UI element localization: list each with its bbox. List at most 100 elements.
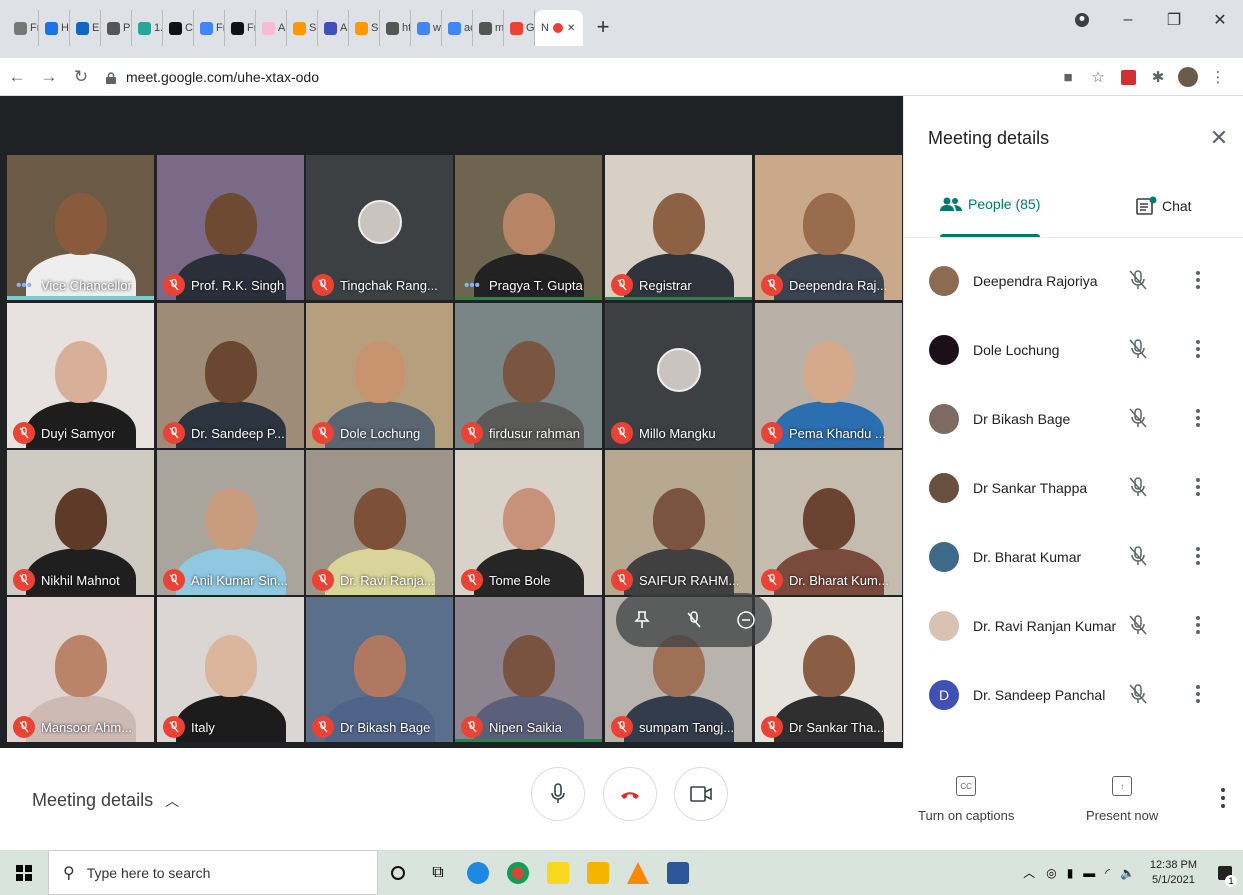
participant-tile[interactable]: Deependra Raj... <box>755 155 902 300</box>
more-vert-icon[interactable] <box>1190 475 1206 499</box>
puzzle-icon[interactable]: ✱ <box>1143 62 1173 92</box>
more-vert-icon[interactable] <box>1190 613 1206 637</box>
windows-start-button[interactable] <box>0 850 48 895</box>
participant-tile[interactable]: Dr Bikash Bage <box>306 597 453 742</box>
participant-tile[interactable]: Nipen Saikia <box>455 597 602 742</box>
participant-tile[interactable]: Italy <box>157 597 304 742</box>
forward-button[interactable]: → <box>34 62 64 92</box>
profile-icon[interactable] <box>1059 0 1105 40</box>
word-icon[interactable] <box>658 850 698 895</box>
remove-icon[interactable] <box>729 603 763 637</box>
participant-tile[interactable]: Mansoor Ahm... <box>7 597 154 742</box>
leave-call-button[interactable] <box>603 767 657 821</box>
battery-icon[interactable]: ▬ <box>1083 866 1095 880</box>
participant-tile[interactable]: Millo Mangku <box>605 303 752 448</box>
tab-people[interactable]: People (85) <box>940 196 1040 237</box>
participant-tile[interactable]: Nikhil Mahnot <box>7 450 154 595</box>
volume-icon[interactable]: 🔈 <box>1120 866 1135 880</box>
tab-chat[interactable]: Chat <box>1136 196 1192 216</box>
browser-tab[interactable]: Go <box>504 10 535 46</box>
mic-off-icon[interactable] <box>1126 337 1150 361</box>
microphone-button[interactable] <box>531 767 585 821</box>
browser-tab[interactable]: wh <box>411 10 442 46</box>
bookmark-star-icon[interactable]: ☆ <box>1083 62 1113 92</box>
browser-tab[interactable]: An <box>256 10 287 46</box>
participant-tile[interactable]: Anil Kumar Sin... <box>157 450 304 595</box>
participant-tile[interactable]: Tome Bole <box>455 450 602 595</box>
more-vert-icon[interactable] <box>1190 682 1206 706</box>
people-list-item[interactable]: Dr. Ravi Ranjan Kumar <box>904 591 1243 660</box>
participant-tile[interactable]: Registrar <box>605 155 752 300</box>
vlc-icon[interactable] <box>618 850 658 895</box>
people-list-item[interactable]: Dole Lochung <box>904 315 1243 384</box>
account-avatar[interactable] <box>1173 62 1203 92</box>
browser-tab[interactable]: Fru <box>225 10 256 46</box>
participant-tile[interactable]: ••• Vice Chancellor <box>7 155 154 300</box>
reload-button[interactable]: ↻ <box>66 62 96 92</box>
cortana-icon[interactable] <box>378 850 418 895</box>
taskbar-search-box[interactable]: ⚲ Type here to search <box>48 850 378 895</box>
browser-tab[interactable]: Sci <box>349 10 380 46</box>
browser-tab[interactable]: Fre <box>8 10 39 46</box>
people-list-item[interactable]: Dr Bikash Bage <box>904 384 1243 453</box>
browser-tab[interactable]: Ca <box>163 10 194 46</box>
browser-tab[interactable]: 1.F <box>132 10 163 46</box>
mic-off-icon[interactable] <box>1126 406 1150 430</box>
browser-tab[interactable]: Sci <box>287 10 318 46</box>
new-tab-button[interactable]: + <box>589 14 617 42</box>
extension-icon[interactable] <box>1113 62 1143 92</box>
address-bar[interactable]: meet.google.com/uhe-xtax-odo <box>106 69 319 85</box>
participant-tile[interactable]: SAIFUR RAHM... <box>605 450 752 595</box>
task-view-icon[interactable]: ⧉ <box>418 850 458 895</box>
participant-tile[interactable]: ••• Pragya T. Gupta <box>455 155 602 300</box>
browser-tab[interactable]: PEF <box>101 10 132 46</box>
participant-tile[interactable]: Dr. Ravi Ranja... <box>306 450 453 595</box>
mute-icon[interactable] <box>677 603 711 637</box>
people-list-item[interactable]: Dr. Bharat Kumar <box>904 522 1243 591</box>
file-explorer-icon[interactable] <box>578 850 618 895</box>
participant-tile[interactable]: Dr. Sandeep P... <box>157 303 304 448</box>
participant-tile[interactable]: Pema Khandu ... <box>755 303 902 448</box>
participant-tile[interactable]: Dr Sankar Tha... <box>755 597 902 742</box>
mic-off-icon[interactable] <box>1126 544 1150 568</box>
pin-icon[interactable] <box>625 603 659 637</box>
mic-off-icon[interactable] <box>1126 613 1150 637</box>
restore-button[interactable]: ❐ <box>1151 0 1197 40</box>
browser-tab[interactable]: ma <box>473 10 504 46</box>
people-list-item[interactable]: D Dr. Sandeep Panchal <box>904 660 1243 729</box>
browser-tab[interactable]: Eco <box>70 10 101 46</box>
edge-icon[interactable] <box>458 850 498 895</box>
present-button[interactable]: ↑ Present now <box>1086 776 1158 823</box>
participant-tile[interactable]: Dole Lochung <box>306 303 453 448</box>
people-list-item[interactable]: Dr Sankar Thappa <box>904 453 1243 522</box>
close-window-button[interactable]: ✕ <box>1197 0 1243 40</box>
browser-tab[interactable]: acc <box>442 10 473 46</box>
close-tab-icon[interactable]: ✕ <box>567 23 575 34</box>
participant-tile[interactable]: Tingchak Rang... <box>306 155 453 300</box>
more-vert-icon[interactable] <box>1190 406 1206 430</box>
close-panel-button[interactable]: ✕ <box>1201 120 1237 156</box>
people-list-item[interactable]: Deependra Rajoriya <box>904 246 1243 315</box>
participant-tile[interactable]: Prof. R.K. Singh <box>157 155 304 300</box>
participant-tile[interactable]: Dr. Bharat Kum... <box>755 450 902 595</box>
show-hidden-icons-icon[interactable]: ︿ <box>1023 864 1035 881</box>
more-vert-icon[interactable] <box>1190 337 1206 361</box>
meeting-details-toggle[interactable]: Meeting details ︿ <box>32 790 179 811</box>
minimize-button[interactable]: – <box>1105 0 1151 40</box>
wifi-icon[interactable]: ◜ <box>1105 866 1110 880</box>
captions-button[interactable]: CC Turn on captions <box>918 776 1014 823</box>
browser-tab[interactable]: Ha <box>39 10 70 46</box>
back-button[interactable]: ← <box>2 62 32 92</box>
chrome-icon[interactable] <box>498 850 538 895</box>
more-vert-icon[interactable] <box>1190 268 1206 292</box>
more-options-icon[interactable] <box>1219 786 1227 812</box>
network-device-icon[interactable]: ◎ <box>1046 866 1056 880</box>
sticky-notes-icon[interactable] <box>538 850 578 895</box>
mic-off-icon[interactable] <box>1126 682 1150 706</box>
camera-button[interactable] <box>674 767 728 821</box>
mic-tray-icon[interactable]: ▮ <box>1067 866 1074 880</box>
active-browser-tab[interactable]: N ✕ <box>535 10 583 46</box>
browser-tab[interactable]: Fru <box>194 10 225 46</box>
browser-tab[interactable]: htt <box>380 10 411 46</box>
camera-indicator-icon[interactable]: ■ <box>1053 62 1083 92</box>
